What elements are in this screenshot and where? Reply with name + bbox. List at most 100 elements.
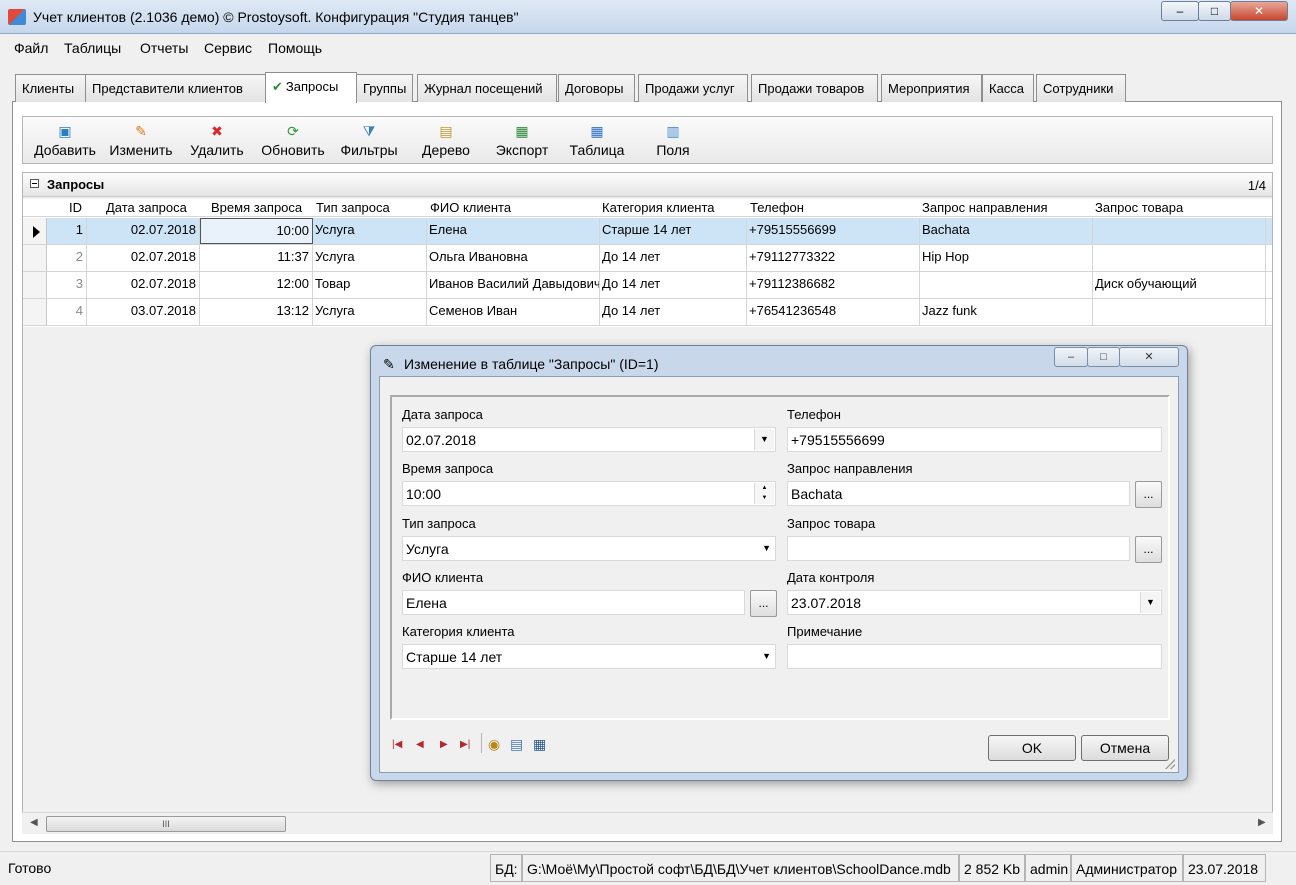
menu-reports[interactable]: Отчеты: [140, 40, 188, 56]
tab-attendance-log[interactable]: Журнал посещений: [417, 74, 557, 102]
scroll-right-icon[interactable]: ▶: [1258, 817, 1266, 828]
table-row[interactable]: 2 02.07.2018 11:37 Услуга Ольга Ивановна…: [23, 245, 1272, 272]
cell-direction[interactable]: Hip Hop: [920, 245, 1093, 271]
minimize-button[interactable]: –: [1161, 1, 1199, 21]
cell-direction[interactable]: Jazz funk: [920, 299, 1093, 325]
table-row[interactable]: 3 02.07.2018 12:00 Товар Иванов Василий …: [23, 272, 1272, 299]
cell-product[interactable]: Диск обучающий: [1093, 272, 1266, 298]
column-header-id[interactable]: ID: [69, 200, 82, 215]
phone-field[interactable]: +79515556699: [787, 427, 1162, 452]
cell-time[interactable]: 10:00: [200, 218, 313, 244]
menu-tables[interactable]: Таблицы: [64, 40, 121, 56]
scroll-left-icon[interactable]: ◀: [30, 817, 38, 828]
horizontal-scrollbar[interactable]: ◀ III ▶: [22, 812, 1273, 834]
collapse-icon[interactable]: [30, 179, 39, 188]
table-row[interactable]: 4 03.07.2018 13:12 Услуга Семенов Иван Д…: [23, 299, 1272, 326]
column-header-client-name[interactable]: ФИО клиента: [430, 200, 511, 215]
tab-events[interactable]: Мероприятия: [881, 74, 982, 102]
cell-product[interactable]: [1093, 299, 1266, 325]
tab-requests[interactable]: ✔ Запросы: [265, 72, 357, 103]
add-button[interactable]: ▣ Добавить: [29, 117, 101, 163]
chevron-down-icon[interactable]: ▼: [1140, 592, 1160, 613]
table-button[interactable]: ▦ Таблица: [565, 117, 629, 163]
edit-button[interactable]: ✎ Изменить: [105, 117, 177, 163]
column-header-category[interactable]: Категория клиента: [602, 200, 715, 215]
cell-date[interactable]: 02.07.2018: [87, 218, 200, 244]
column-header-type[interactable]: Тип запроса: [316, 200, 390, 215]
filters-button[interactable]: ⧩ Фильтры: [336, 117, 402, 163]
cell-phone[interactable]: +79112386682: [747, 272, 920, 298]
cell-type[interactable]: Услуга: [313, 218, 427, 244]
spin-updown-icon[interactable]: ▲ ▼: [754, 483, 774, 504]
cell-id[interactable]: 1: [47, 218, 87, 244]
cell-phone[interactable]: +79112773322: [747, 245, 920, 271]
cell-category[interactable]: Старше 14 лет: [600, 218, 747, 244]
cell-time[interactable]: 12:00: [200, 272, 313, 298]
calendar-icon[interactable]: ▦: [533, 736, 546, 753]
notes-icon[interactable]: ▤: [510, 736, 523, 753]
chevron-down-icon[interactable]: ▼: [762, 540, 771, 557]
cancel-button[interactable]: Отмена: [1081, 735, 1169, 761]
fields-button[interactable]: ▥ Поля: [649, 117, 697, 163]
direction-field[interactable]: Bachata: [787, 481, 1130, 506]
request-date-combo[interactable]: 02.07.2018 ▼: [402, 427, 776, 452]
direction-browse-button[interactable]: ...: [1135, 481, 1162, 508]
prev-record-icon[interactable]: ◀: [416, 739, 424, 750]
cell-type[interactable]: Услуга: [313, 299, 427, 325]
refresh-button[interactable]: ⟳ Обновить: [257, 117, 329, 163]
column-header-date[interactable]: Дата запроса: [106, 200, 187, 215]
cell-time[interactable]: 13:12: [200, 299, 313, 325]
column-header-phone[interactable]: Телефон: [750, 200, 804, 215]
cell-product[interactable]: [1093, 245, 1266, 271]
note-field[interactable]: [787, 644, 1162, 669]
cell-date[interactable]: 02.07.2018: [87, 272, 200, 298]
scroll-thumb[interactable]: III: [46, 816, 286, 832]
cell-category[interactable]: До 14 лет: [600, 272, 747, 298]
table-row[interactable]: 1 02.07.2018 10:00 Услуга Елена Старше 1…: [23, 218, 1272, 245]
product-field[interactable]: [787, 536, 1130, 561]
cell-type[interactable]: Товар: [313, 272, 427, 298]
dialog-minimize-button[interactable]: –: [1054, 347, 1088, 367]
maximize-button[interactable]: □: [1198, 1, 1231, 21]
chevron-down-icon[interactable]: ▼: [762, 648, 771, 665]
cell-product[interactable]: [1093, 218, 1266, 244]
cell-client-name[interactable]: Семенов Иван: [427, 299, 600, 325]
request-type-select[interactable]: Услуга ▼: [402, 536, 776, 561]
cell-id[interactable]: 2: [47, 245, 87, 271]
menu-service[interactable]: Сервис: [204, 40, 252, 56]
cell-date[interactable]: 02.07.2018: [87, 245, 200, 271]
chevron-down-icon[interactable]: ▼: [754, 429, 774, 450]
request-time-field[interactable]: 10:00 ▲ ▼: [402, 481, 776, 506]
last-record-icon[interactable]: ▶|: [460, 739, 470, 750]
cell-time[interactable]: 11:37: [200, 245, 313, 271]
cell-date[interactable]: 03.07.2018: [87, 299, 200, 325]
control-date-combo[interactable]: 23.07.2018 ▼: [787, 590, 1162, 615]
menu-help[interactable]: Помощь: [268, 40, 322, 56]
next-record-icon[interactable]: ▶: [440, 739, 448, 750]
tree-button[interactable]: ▤ Дерево: [416, 117, 476, 163]
column-header-product[interactable]: Запрос товара: [1095, 200, 1183, 215]
first-record-icon[interactable]: |◀: [392, 739, 402, 750]
delete-button[interactable]: ✖ Удалить: [185, 117, 249, 163]
menu-file[interactable]: Файл: [14, 40, 48, 56]
globe-pencil-icon[interactable]: ◉: [488, 736, 500, 753]
cell-type[interactable]: Услуга: [313, 245, 427, 271]
cell-id[interactable]: 3: [47, 272, 87, 298]
tab-groups[interactable]: Группы: [356, 74, 413, 102]
cell-phone[interactable]: +76541236548: [747, 299, 920, 325]
requests-grid[interactable]: ID Дата запроса Время запроса Тип запрос…: [23, 199, 1272, 327]
dialog-maximize-button[interactable]: □: [1087, 347, 1120, 367]
tab-goods-sales[interactable]: Продажи товаров: [751, 74, 878, 102]
tab-cash[interactable]: Касса: [982, 74, 1034, 102]
close-button[interactable]: ✕: [1230, 1, 1288, 21]
tab-service-sales[interactable]: Продажи услуг: [638, 74, 748, 102]
cell-client-name[interactable]: Елена: [427, 218, 600, 244]
resize-grip-icon[interactable]: [1165, 759, 1175, 769]
export-button[interactable]: ▦ Экспорт: [491, 117, 553, 163]
client-category-select[interactable]: Старше 14 лет ▼: [402, 644, 776, 669]
tab-employees[interactable]: Сотрудники: [1036, 74, 1126, 102]
dialog-close-button[interactable]: ✕: [1119, 347, 1179, 367]
cell-client-name[interactable]: Ольга Ивановна: [427, 245, 600, 271]
cell-id[interactable]: 4: [47, 299, 87, 325]
cell-direction[interactable]: [920, 272, 1093, 298]
